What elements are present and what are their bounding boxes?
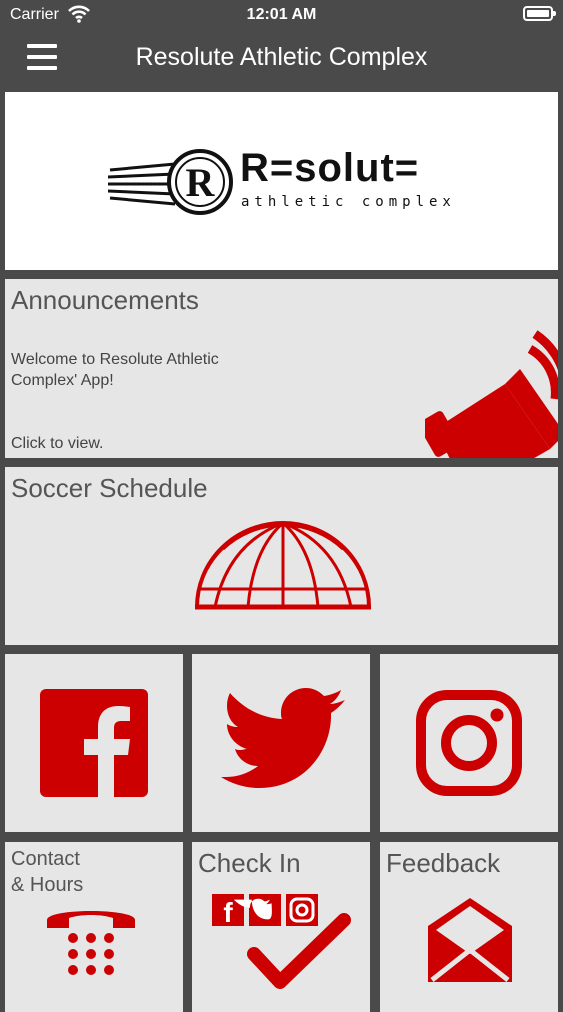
instagram-icon (416, 690, 522, 796)
check-in-social-icon: f (212, 894, 351, 989)
contact-hours-tile[interactable]: Contact & Hours (5, 842, 183, 1012)
contact-title-line1: Contact (11, 848, 80, 870)
facebook-icon (40, 689, 148, 797)
logo-banner: R R=solut= athletic complex (5, 92, 558, 270)
phone-icon (47, 911, 135, 975)
announcements-click: Click to view. (11, 435, 104, 452)
twitter-icon (221, 688, 345, 788)
clock: 12:01 AM (246, 6, 317, 23)
envelope-icon (428, 898, 512, 982)
status-bar: Carrier 12:01 AM (0, 0, 563, 30)
soccer-title: Soccer Schedule (11, 473, 208, 503)
soccer-schedule-tile[interactable]: Soccer Schedule (5, 467, 558, 645)
check-in-tile[interactable]: Check In f (192, 842, 370, 1012)
instagram-tile[interactable] (380, 654, 558, 832)
announcements-tile[interactable]: Announcements Welcome to Resolute Athlet… (5, 279, 558, 458)
battery-icon (523, 6, 556, 21)
twitter-tile[interactable] (192, 654, 370, 832)
svg-text:f: f (223, 897, 233, 928)
facebook-tile[interactable] (5, 654, 183, 832)
check-in-title: Check In (198, 848, 301, 878)
contact-title-line2: & Hours (11, 874, 84, 896)
dome-icon (195, 521, 371, 610)
contact-title: Contact & Hours (11, 846, 83, 898)
logo-subtitle: athletic complex (241, 194, 456, 210)
megaphone-icon (425, 330, 558, 458)
feedback-title: Feedback (386, 848, 501, 878)
announcements-title: Announcements (11, 285, 199, 315)
resolute-logo-icon: R (107, 149, 233, 215)
nav-bar: Resolute Athletic Complex (0, 30, 563, 88)
feedback-tile[interactable]: Feedback (380, 842, 558, 1012)
announcements-text: Welcome to Resolute Athletic Complex' Ap… (11, 351, 219, 389)
logo-badge-letter: R (186, 160, 216, 205)
logo-wordmark: R=solut= (240, 146, 420, 190)
nav-title: Resolute Athletic Complex (135, 43, 428, 71)
